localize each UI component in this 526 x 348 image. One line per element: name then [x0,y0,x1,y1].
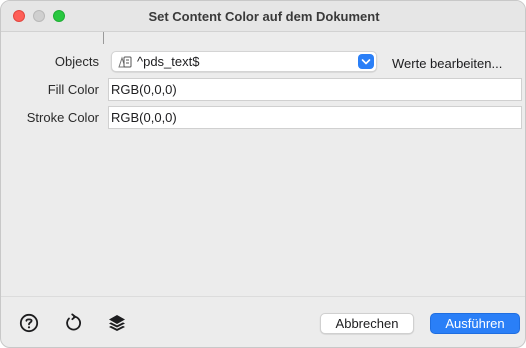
run-button[interactable]: Ausführen [430,313,520,334]
fill-color-label: Fill Color [47,82,99,97]
cancel-button[interactable]: Abbrechen [320,313,414,334]
divider [103,32,104,44]
layers-icon[interactable] [107,313,127,333]
stroke-color-label: Stroke Color [26,110,99,125]
stroke-color-field[interactable] [108,106,522,129]
chevron-down-icon[interactable] [358,54,374,69]
help-icon[interactable] [19,313,39,333]
title-bar: Set Content Color auf dem Dokument [1,1,525,32]
fill-color-input[interactable] [111,82,511,97]
stroke-color-input[interactable] [111,110,511,125]
fill-color-field[interactable] [108,78,522,101]
dialog-window: Set Content Color auf dem Dokument Objec… [0,0,526,348]
edit-values-button[interactable]: Werte bearbeiten... [392,56,502,71]
window-title: Set Content Color auf dem Dokument [148,9,380,24]
objects-select-value: ^pds_text$ [137,54,200,69]
footer-divider [1,296,525,297]
objects-label: Objects [54,54,99,69]
reload-icon[interactable] [63,313,83,333]
text-objects-icon [116,54,134,70]
objects-select[interactable]: ^pds_text$ [111,51,377,72]
